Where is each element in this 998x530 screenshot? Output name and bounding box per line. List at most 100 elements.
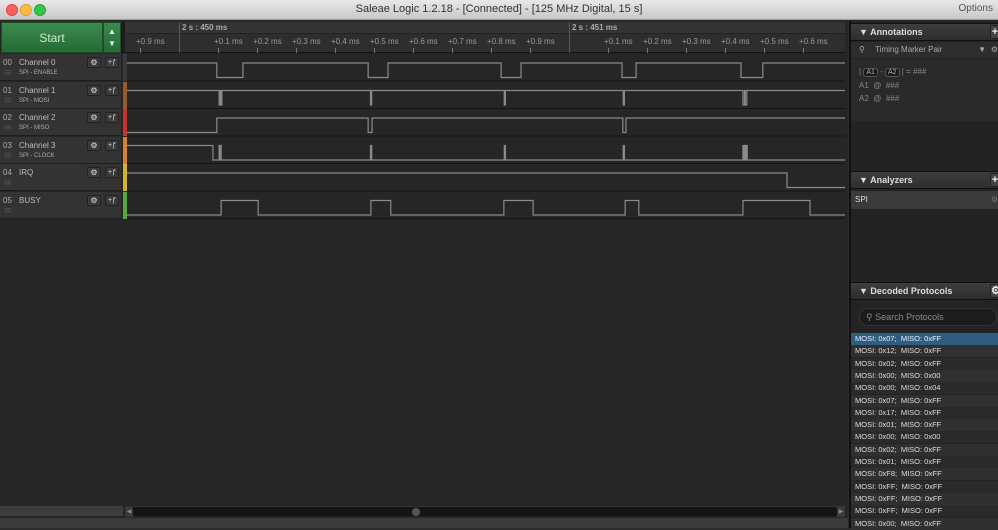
decoded-row[interactable]: MOSI: 0x01; MISO: 0xFF: [851, 456, 998, 468]
trigger-button[interactable]: +ƒ: [105, 112, 119, 123]
scroll-left-icon[interactable]: ◀: [125, 507, 133, 517]
channel-row[interactable]: 05 ⠿⠿ BUSY ⚙ +ƒ: [0, 191, 121, 219]
channel-settings-button[interactable]: ⚙: [87, 194, 101, 206]
trigger-button[interactable]: +ƒ: [105, 194, 119, 206]
gear-icon[interactable]: ⚙: [991, 191, 998, 209]
collapse-triangle-icon[interactable]: ▼: [859, 175, 870, 185]
tick-mark: [413, 48, 414, 53]
chevron-up-icon[interactable]: ▲: [108, 27, 116, 36]
channel-name[interactable]: Channel 0: [19, 58, 55, 67]
channel-row[interactable]: 04 ⠿⠿ IRQ ⚙ +ƒ: [0, 164, 121, 191]
decoded-row[interactable]: MOSI: 0x12; MISO: 0xFF: [851, 345, 998, 358]
trigger-button[interactable]: +ƒ: [105, 139, 119, 151]
decoded-row[interactable]: MOSI: 0x00; MISO: 0x04: [851, 382, 998, 395]
annotations-title: Annotations: [870, 27, 923, 37]
channel-subtitle: SPI - MOSI: [19, 97, 50, 104]
gear-icon: ⚙: [90, 113, 98, 122]
channel-row[interactable]: 03 ⠿⠿ Channel 3 SPI - CLOCK ⚙ +ƒ: [0, 136, 121, 164]
decoded-row[interactable]: MOSI: 0xFF; MISO: 0xFF: [851, 480, 998, 493]
drag-handle-icon[interactable]: ⠿⠿: [4, 180, 12, 187]
drag-handle-icon[interactable]: ⠿⠿: [4, 98, 12, 105]
search-placeholder: Search Protocols: [875, 312, 944, 322]
decoded-settings-button[interactable]: ⚙: [990, 284, 998, 298]
a1-marker[interactable]: A1: [863, 68, 878, 77]
marker-formula: | A1 - A2 | = ###: [859, 67, 927, 77]
tick-label: +0.2 ms: [253, 37, 282, 46]
a2-marker[interactable]: A2: [884, 68, 900, 77]
decoded-row[interactable]: MOSI: 0xF8; MISO: 0xFF: [851, 468, 998, 481]
trigger-edge-icon: +ƒ: [108, 86, 116, 94]
add-analyzer-button[interactable]: +: [990, 173, 998, 187]
drag-handle-icon[interactable]: ⠿⠿: [4, 208, 12, 215]
annotation-type-selector[interactable]: ⚲ Timing Marker Pair ▼ ⚙: [851, 42, 998, 58]
decoded-row[interactable]: MOSI: 0x17; MISO: 0xFF: [851, 406, 998, 419]
scroll-right-icon[interactable]: ▶: [837, 507, 845, 517]
start-options-stepper[interactable]: ▲ ▼: [103, 22, 121, 53]
decoded-row[interactable]: MOSI: 0xFF; MISO: 0xFF: [851, 505, 998, 518]
channel-settings-button[interactable]: ⚙: [87, 112, 101, 123]
analyzer-name: SPI: [855, 195, 868, 204]
decoded-row[interactable]: MOSI: 0xFF; MISO: 0xFF: [851, 492, 998, 505]
channel-settings-button[interactable]: ⚙: [87, 139, 101, 151]
tick-label: +0.3 ms: [682, 37, 711, 46]
collapse-triangle-icon[interactable]: ▼: [859, 286, 870, 296]
channel-number: 03: [3, 140, 12, 150]
gear-icon: ⚙: [90, 58, 98, 67]
decoded-row[interactable]: MOSI: 0x02; MISO: 0xFF: [851, 357, 998, 370]
tick-mark: [335, 48, 336, 53]
gear-icon: ⚙: [90, 195, 98, 205]
decoded-row[interactable]: MOSI: 0x07; MISO: 0xFF: [851, 333, 998, 345]
decoded-row[interactable]: MOSI: 0x00; MISO: 0x00: [851, 369, 998, 382]
chevron-down-icon[interactable]: ▼: [108, 39, 116, 48]
tick-label: +0.6 ms: [799, 37, 828, 46]
channel-name[interactable]: IRQ: [19, 168, 33, 177]
channel-row[interactable]: 01 ⠿⠿ Channel 1 SPI - MOSI ⚙ +ƒ: [0, 81, 121, 109]
annotations-header[interactable]: ▼ Annotations +: [851, 23, 998, 41]
gear-icon: ⚙: [90, 168, 98, 177]
decoded-row[interactable]: MOSI: 0x02; MISO: 0xFF: [851, 443, 998, 456]
channel-settings-button[interactable]: ⚙: [87, 57, 101, 68]
gear-icon[interactable]: ⚙: [991, 42, 998, 58]
options-menu[interactable]: Options: [959, 3, 993, 14]
search-protocols-input[interactable]: ⚲ Search Protocols: [859, 308, 997, 326]
channel-settings-button[interactable]: ⚙: [87, 167, 101, 178]
tick-label: +0.1 ms: [604, 37, 633, 46]
tick-mark: [686, 48, 687, 53]
tick-label: +0.9 ms: [526, 37, 555, 46]
pin-icon: ⚲: [859, 45, 865, 54]
scroll-thumb[interactable]: [412, 508, 420, 516]
channel-subtitle: SPI - MISO: [19, 125, 50, 131]
decoded-row[interactable]: MOSI: 0x01; MISO: 0xFF: [851, 419, 998, 432]
collapse-triangle-icon[interactable]: ▼: [859, 27, 870, 37]
start-button[interactable]: Start: [1, 22, 103, 53]
search-icon: ⚲: [866, 312, 873, 322]
drag-handle-icon[interactable]: ⠿⠿: [4, 70, 12, 77]
trigger-button[interactable]: +ƒ: [105, 167, 119, 178]
side-panel: ▼ Annotations + ⚲ Timing Marker Pair ▼ ⚙ | …: [849, 21, 998, 530]
add-annotation-button[interactable]: +: [990, 25, 998, 39]
decoded-row[interactable]: MOSI: 0x07; MISO: 0xFF: [851, 394, 998, 407]
channel-name[interactable]: Channel 2: [19, 113, 55, 122]
decoded-row[interactable]: MOSI: 0x00; MISO: 0x00: [851, 431, 998, 444]
drag-handle-icon[interactable]: ⠿⠿: [4, 153, 12, 160]
trigger-button[interactable]: +ƒ: [105, 57, 119, 68]
channel-settings-button[interactable]: ⚙: [87, 84, 101, 96]
tick-mark: [140, 48, 141, 53]
channel-name[interactable]: Channel 3: [19, 141, 55, 150]
decoded-protocols-header[interactable]: ▼ Decoded Protocols ⚙: [851, 282, 998, 300]
time-ruler[interactable]: 2 s : 450 ms 2 s : 451 ms +0.9 ms +0.1 ms +0…: [125, 22, 845, 53]
channel-row[interactable]: 02 ⠿⠿ Channel 2 SPI - MISO ⚙ +ƒ: [0, 109, 121, 136]
waveform-view[interactable]: [127, 54, 845, 219]
channel-name[interactable]: BUSY: [19, 196, 41, 205]
drag-handle-icon[interactable]: ⠿⠿: [4, 125, 12, 132]
horizontal-scrollbar[interactable]: ◀ ▶: [125, 506, 845, 517]
dropdown-icon[interactable]: ▼: [978, 42, 986, 58]
trigger-edge-icon: +ƒ: [108, 141, 116, 149]
analyzers-header[interactable]: ▼ Analyzers +: [851, 171, 998, 189]
trigger-button[interactable]: +ƒ: [105, 84, 119, 96]
channel-name[interactable]: Channel 1: [19, 86, 55, 95]
tick-label: +0.6 ms: [409, 37, 438, 46]
channel-row[interactable]: 00 ⠿⠿ Channel 0 SPI - ENABLE ⚙ +ƒ: [0, 54, 121, 81]
analyzer-item[interactable]: SPI ⚙: [851, 191, 998, 209]
tick-label: +0.1 ms: [214, 37, 243, 46]
